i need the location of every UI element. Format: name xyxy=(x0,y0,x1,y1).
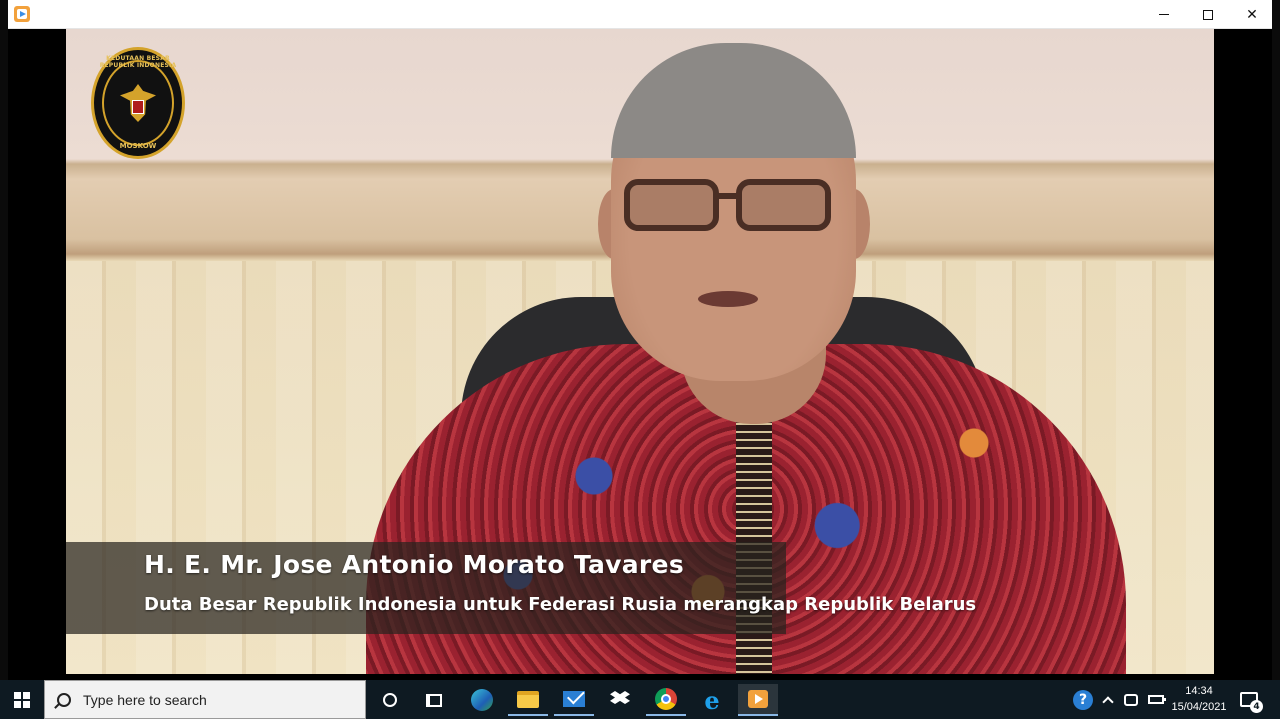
speaker-hair xyxy=(611,43,856,158)
chevron-up-icon xyxy=(1102,696,1114,708)
media-player-icon xyxy=(748,690,768,708)
network-icon xyxy=(1124,693,1138,706)
edge-icon xyxy=(471,689,493,711)
minimize-button[interactable] xyxy=(1142,0,1186,29)
logo-top-text: KEDUTAAN BESAR REPUBLIK INDONESIA xyxy=(99,55,177,69)
mail-icon xyxy=(563,691,585,707)
start-button[interactable] xyxy=(0,680,44,719)
search-icon xyxy=(57,692,71,707)
glasses-lens-left xyxy=(624,179,719,231)
tray-help[interactable]: ? xyxy=(1072,680,1094,719)
logo-bottom-text: MOSKOW xyxy=(119,142,157,150)
chrome-icon xyxy=(655,688,677,710)
close-icon: ✕ xyxy=(1246,6,1258,23)
tray-show-hidden[interactable] xyxy=(1100,680,1116,719)
speaker-mouth xyxy=(698,291,758,307)
glasses-lens-right xyxy=(736,179,831,231)
internet-explorer-icon: e xyxy=(704,685,720,715)
video-frame[interactable]: KEDUTAAN BESAR REPUBLIK INDONESIA MOSKOW… xyxy=(66,29,1214,674)
cortana-icon xyxy=(383,693,397,707)
taskbar: Type here to search e ? 14:34 15/04/2021… xyxy=(0,680,1280,719)
media-player-icon xyxy=(14,6,30,22)
task-view-button[interactable] xyxy=(414,684,454,716)
caption-title: Duta Besar Republik Indonesia untuk Fede… xyxy=(144,594,977,615)
maximize-button[interactable] xyxy=(1186,0,1230,29)
close-button[interactable]: ✕ xyxy=(1230,0,1274,29)
taskbar-mail[interactable] xyxy=(554,684,594,716)
minimize-icon xyxy=(1159,14,1169,15)
help-icon: ? xyxy=(1073,689,1093,710)
taskbar-search-box[interactable]: Type here to search xyxy=(44,680,366,719)
notification-count-badge: 4 xyxy=(1250,700,1263,713)
maximize-icon xyxy=(1203,9,1213,20)
tray-battery[interactable] xyxy=(1146,680,1166,719)
taskbar-media-player[interactable] xyxy=(738,684,778,716)
embassy-logo: KEDUTAAN BESAR REPUBLIK INDONESIA MOSKOW xyxy=(91,47,185,159)
shield-icon xyxy=(132,100,144,114)
taskbar-chrome[interactable] xyxy=(646,684,686,716)
battery-icon xyxy=(1148,695,1166,704)
taskbar-edge[interactable] xyxy=(462,684,502,716)
clock-date: 15/04/2021 xyxy=(1171,701,1227,713)
taskbar-file-explorer[interactable] xyxy=(508,684,548,716)
taskbar-internet-explorer[interactable]: e xyxy=(692,684,732,716)
tray-network[interactable] xyxy=(1122,680,1140,719)
taskbar-dropbox[interactable] xyxy=(600,684,640,716)
clock-time: 14:34 xyxy=(1185,685,1213,697)
tray-clock[interactable]: 14:34 15/04/2021 xyxy=(1166,683,1232,715)
title-bar[interactable]: ✕ xyxy=(8,0,1272,29)
caption-name: H. E. Mr. Jose Antonio Morato Tavares xyxy=(144,550,684,579)
file-explorer-icon xyxy=(517,690,539,708)
task-view-icon xyxy=(426,693,442,707)
glasses-bridge xyxy=(713,193,738,199)
search-placeholder: Type here to search xyxy=(83,691,207,708)
windows-logo-icon xyxy=(14,691,30,708)
media-player-window: ✕ KEDUTAAN BESAR REPUBLIK INDONESIA MOSK… xyxy=(8,0,1272,680)
dropbox-icon xyxy=(610,691,630,704)
cortana-button[interactable] xyxy=(370,684,410,716)
